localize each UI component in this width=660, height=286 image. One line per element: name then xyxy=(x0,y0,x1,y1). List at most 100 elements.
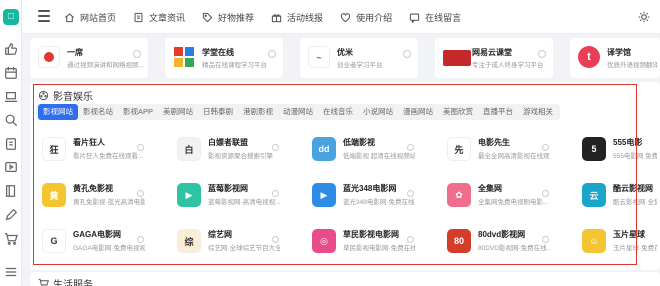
site-card[interactable]: G GAGA电影网 GAGA电影网·免费电视视... xyxy=(36,224,148,258)
site-desc: 通过视频演讲和网络视频... xyxy=(67,62,144,69)
info-icon[interactable] xyxy=(137,144,144,151)
site-card[interactable]: ☺ 玉片星球玉片星球·免费在线观看... xyxy=(576,224,660,258)
top-navbar: 网站首页 文章资讯 好物推荐 活动线报 使用介绍 在线留言 xyxy=(22,0,660,34)
cart-icon[interactable] xyxy=(4,232,18,246)
site-logo-icon: 5 xyxy=(582,137,606,161)
book-icon[interactable] xyxy=(4,184,18,198)
section-title: 生活服务 xyxy=(38,276,93,286)
site-desc: 555电影网 免费VIP电影 xyxy=(613,153,657,160)
site-name: 白嫖者联盟 xyxy=(208,138,248,147)
nav-label: 网站首页 xyxy=(80,12,117,23)
nav-item-guestbook[interactable]: 在线留言 xyxy=(409,11,461,24)
site-card[interactable]: t 译学馆 优质外语视频翻译平台 xyxy=(570,38,660,78)
tab-item[interactable]: 影视APP xyxy=(118,104,158,120)
tab-item[interactable]: 港剧影视 xyxy=(238,104,278,120)
tag-icon xyxy=(202,12,213,22)
info-icon[interactable] xyxy=(542,190,549,197)
nav-label: 好物推荐 xyxy=(218,12,255,23)
tab-item[interactable]: 影视名站 xyxy=(78,104,118,120)
site-logo-icon: 先 xyxy=(447,137,471,161)
info-icon[interactable] xyxy=(272,236,279,243)
site-card[interactable]: ▶ 蓝莓影视网 蓝莓影视网·高清电视视... xyxy=(171,178,283,212)
site-card[interactable]: 云酷云影视网酷云影视网·全集免... xyxy=(576,178,660,212)
tab-item[interactable]: 在线音乐 xyxy=(318,104,358,120)
info-icon[interactable] xyxy=(407,236,414,243)
site-card[interactable]: 白白嫖者联盟 影视资源聚合搜索引擎 xyxy=(171,132,283,166)
site-desc: GAGA电影网·免费电视视... xyxy=(73,245,145,252)
site-card[interactable]: 学堂在线 精品在线课程学习平台 xyxy=(165,38,283,78)
info-icon[interactable] xyxy=(538,50,546,58)
site-name: 全集网 xyxy=(478,184,502,193)
site-card[interactable]: 网易云课堂 专注于成人终身学习平台 xyxy=(435,38,553,78)
nav-item-home[interactable]: 网站首页 xyxy=(64,11,116,24)
site-logo-icon: t xyxy=(578,46,600,68)
site-card[interactable]: ◎ 草民影视电影网 草民影视电影网·免费在线... xyxy=(306,224,418,258)
list-icon[interactable] xyxy=(4,265,18,279)
info-icon[interactable] xyxy=(137,190,144,197)
tab-item[interactable]: 小说网站 xyxy=(358,104,398,120)
info-icon[interactable] xyxy=(407,190,414,197)
info-icon[interactable] xyxy=(407,144,414,151)
nav-item-events[interactable]: 活动线报 xyxy=(271,11,323,24)
site-card[interactable]: 5 555电影 555电影网 免费VIP电影 xyxy=(576,132,660,166)
calendar-icon[interactable] xyxy=(4,66,18,80)
site-card[interactable]: 一席 通过视频演讲和网络视频... xyxy=(30,38,148,78)
film-icon xyxy=(38,90,49,101)
site-desc: 黄孔免影视·蓝光高清电影 xyxy=(73,199,145,206)
nav-item-recommend[interactable]: 好物推荐 xyxy=(202,11,254,24)
nav-item-intro[interactable]: 使用介绍 xyxy=(340,11,392,24)
tab-item[interactable]: 直播平台 xyxy=(478,104,518,120)
nav-item-articles[interactable]: 文章资讯 xyxy=(133,11,185,24)
message-icon xyxy=(409,13,420,23)
theme-toggle-icon[interactable] xyxy=(638,11,650,23)
info-icon[interactable] xyxy=(133,50,141,58)
site-card[interactable]: 80 80dvd影视网 80DVD影视网·免费在线... xyxy=(441,224,553,258)
site-card[interactable]: 综综艺网 综艺网·全球综艺节目大全... xyxy=(171,224,283,258)
pencil-icon[interactable] xyxy=(4,208,18,222)
document-icon[interactable] xyxy=(4,137,18,151)
site-card[interactable]: 黄黄孔免影视 黄孔免影视·蓝光高清电影 xyxy=(36,178,148,212)
info-icon[interactable] xyxy=(403,50,411,58)
video-icon[interactable] xyxy=(4,160,18,174)
site-name: 80dvd影视网 xyxy=(478,230,526,239)
site-card[interactable]: ▶ 蓝光348电影网 蓝光348电影网·免费在线... xyxy=(306,178,418,212)
tab-item[interactable]: 游戏相关 xyxy=(518,104,558,120)
site-desc: 精品在线课程学习平台 xyxy=(202,62,267,69)
site-name: 低端影视 xyxy=(343,138,375,147)
search-icon[interactable] xyxy=(4,113,18,127)
site-logo-icon xyxy=(443,50,471,66)
site-card[interactable]: 先电影先生 最全全网高清影视在线观看 xyxy=(441,132,553,166)
menu-icon[interactable] xyxy=(38,10,50,22)
info-icon[interactable] xyxy=(272,144,279,151)
site-card[interactable]: ~ 优米 创业者学习平台 xyxy=(300,38,418,78)
site-logo-icon: G xyxy=(42,229,66,253)
site-card[interactable]: ✿ 全集网 全集网免费电视剧电影... xyxy=(441,178,553,212)
site-name: 555电影 xyxy=(613,138,643,147)
thumbs-up-icon[interactable] xyxy=(4,42,18,56)
site-logo[interactable]: □ xyxy=(3,9,19,25)
tab-item[interactable]: 漫画网站 xyxy=(398,104,438,120)
nav-label: 在线留言 xyxy=(425,12,462,23)
site-logo-icon: ~ xyxy=(308,46,330,68)
info-icon[interactable] xyxy=(542,144,549,151)
site-desc: 优质外语视频翻译平台 xyxy=(607,62,657,69)
life-services-section: 生活服务 xyxy=(30,272,660,286)
tab-item[interactable]: 美图欣赏 xyxy=(438,104,478,120)
category-tabs: 影视网站 影视名站 影视APP 美剧网站 日韩泰剧 港剧影视 动漫网站 在线音乐 小说网站 漫画网… xyxy=(36,104,561,120)
info-icon[interactable] xyxy=(268,50,276,58)
site-card[interactable]: dd 低端影视 低端影视 超清在线视频站 xyxy=(306,132,418,166)
site-card[interactable]: 狂看片狂人 看片狂人免费在线观看... xyxy=(36,132,148,166)
tab-item[interactable]: 美剧网站 xyxy=(158,104,198,120)
info-icon[interactable] xyxy=(137,236,144,243)
site-name: GAGA电影网 xyxy=(73,230,121,239)
tab-item[interactable]: 影视网站 xyxy=(38,104,78,120)
site-logo-icon: 黄 xyxy=(42,183,66,207)
tab-item[interactable]: 动漫网站 xyxy=(278,104,318,120)
tab-item[interactable]: 日韩泰剧 xyxy=(198,104,238,120)
info-icon[interactable] xyxy=(542,236,549,243)
nav-label: 使用介绍 xyxy=(356,12,393,23)
info-icon[interactable] xyxy=(272,190,279,197)
site-name: 学堂在线 xyxy=(202,48,234,57)
laptop-icon[interactable] xyxy=(4,90,18,104)
site-desc: 酷云影视网·全集免... xyxy=(613,199,657,206)
